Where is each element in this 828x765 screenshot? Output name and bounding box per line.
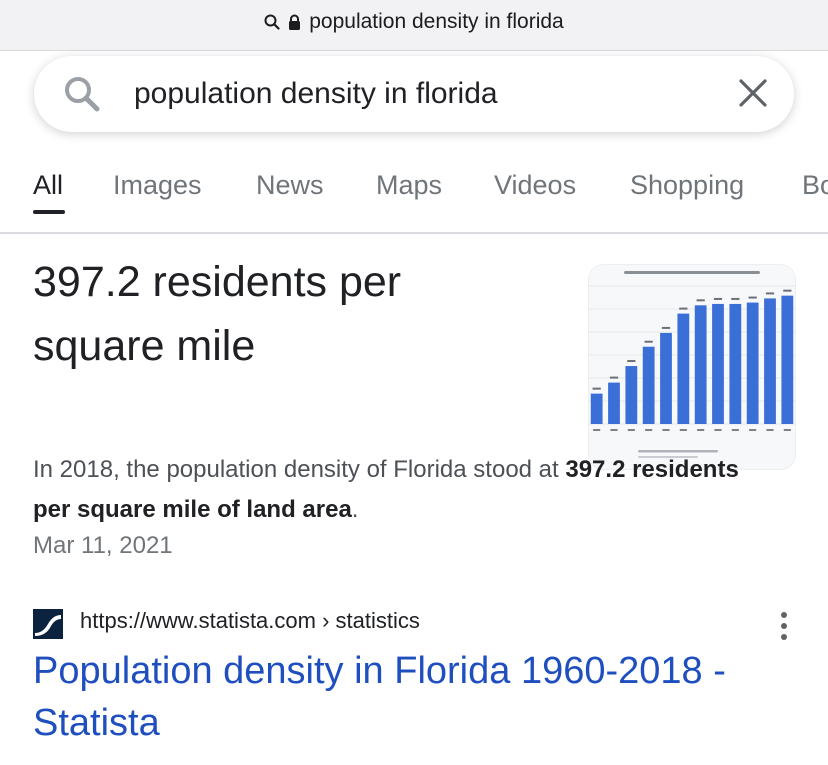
thumbnail-bar-label bbox=[644, 340, 653, 343]
thumbnail-bar-label bbox=[713, 297, 723, 300]
address-text: population density in florida bbox=[309, 10, 564, 33]
thumbnail-bar-label bbox=[592, 387, 601, 390]
thumbnail-tick-label bbox=[749, 429, 757, 431]
address-bar[interactable]: population density in florida bbox=[0, 0, 828, 51]
thumbnail-bar-label bbox=[748, 296, 757, 299]
thumbnail-bar bbox=[712, 303, 724, 424]
thumbnail-bar-label bbox=[679, 307, 688, 310]
tab-videos[interactable]: Videos bbox=[494, 170, 576, 201]
thumbnail-tick-label bbox=[627, 429, 635, 431]
thumbnail-bar-chart bbox=[588, 271, 796, 458]
thumbnail-bar bbox=[660, 332, 672, 424]
thumbnail-bar-label bbox=[696, 299, 705, 302]
thumbnail-bar bbox=[642, 346, 655, 424]
thumbnail-bar-label bbox=[783, 289, 792, 292]
search-icon[interactable] bbox=[62, 74, 104, 121]
thumbnail-bar bbox=[764, 298, 776, 424]
tab-books[interactable]: Bo bbox=[802, 170, 828, 201]
thumbnail-title-line bbox=[624, 271, 760, 274]
thumbnail-bar-label bbox=[627, 360, 636, 363]
thumbnail-bar-label bbox=[731, 297, 740, 300]
tab-shopping[interactable]: Shopping bbox=[630, 170, 744, 201]
thumbnail-tick-label bbox=[610, 429, 618, 431]
tab-news[interactable]: News bbox=[256, 170, 324, 201]
thumbnail-bar bbox=[590, 393, 603, 424]
thumbnail-bar bbox=[694, 305, 707, 424]
tab-images[interactable]: Images bbox=[113, 170, 202, 201]
thumbnail-tick-label bbox=[662, 429, 670, 431]
search-box[interactable] bbox=[34, 56, 794, 132]
chart-thumbnail[interactable] bbox=[588, 264, 796, 470]
thumbnail-tick-label bbox=[645, 429, 653, 431]
thumbnail-bar bbox=[729, 303, 742, 424]
result-url[interactable]: https://www.statista.com › statistics bbox=[80, 608, 420, 634]
more-options-icon[interactable] bbox=[772, 610, 796, 642]
thumbnail-bar-label bbox=[661, 326, 671, 329]
answer-snippet: In 2018, the population density of Flori… bbox=[33, 450, 753, 530]
result-title-link[interactable]: Population density in Florida 1960-2018 … bbox=[33, 645, 793, 749]
tab-maps[interactable]: Maps bbox=[376, 170, 442, 201]
thumbnail-tick-label bbox=[731, 429, 739, 431]
thumbnail-tick-label bbox=[697, 429, 705, 431]
search-input[interactable] bbox=[134, 70, 694, 118]
thumbnail-bar-label bbox=[765, 292, 775, 295]
snippet-text: In 2018, the population density of Flori… bbox=[33, 456, 566, 483]
thumbnail-bar-label bbox=[609, 376, 619, 379]
snippet-end: . bbox=[351, 496, 359, 523]
thumbnail-bar bbox=[746, 302, 759, 424]
snippet-date: Mar 11, 2021 bbox=[33, 532, 173, 559]
thumbnail-bar bbox=[781, 295, 794, 424]
close-icon[interactable] bbox=[738, 78, 768, 113]
thumbnail-bar bbox=[608, 382, 620, 424]
thumbnail-tick-label bbox=[766, 429, 774, 431]
active-tab-indicator bbox=[33, 210, 65, 214]
lock-icon bbox=[288, 14, 301, 31]
thumbnail-tick-label bbox=[714, 429, 722, 431]
thumbnail-bar bbox=[625, 366, 638, 424]
thumbnail-tick-label bbox=[679, 429, 687, 431]
search-icon bbox=[264, 14, 280, 30]
thumbnail-tick-label bbox=[783, 429, 791, 431]
thumbnail-bar bbox=[677, 313, 690, 424]
tab-all[interactable]: All bbox=[33, 170, 63, 201]
statista-favicon bbox=[33, 609, 63, 639]
search-tabs: All Images News Maps Videos Shopping Bo bbox=[0, 150, 828, 234]
thumbnail-tick-label bbox=[593, 429, 601, 431]
featured-answer-headline: 397.2 residents per square mile bbox=[33, 258, 402, 370]
